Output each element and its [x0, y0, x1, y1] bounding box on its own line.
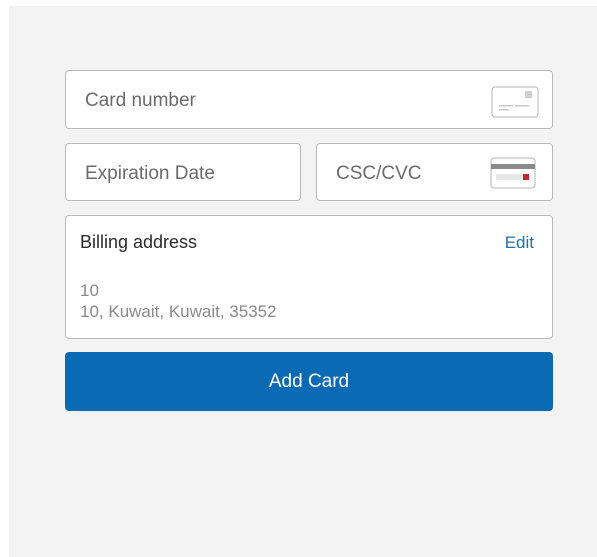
card-number-placeholder: Card number	[85, 90, 196, 111]
csc-field[interactable]: CSC/CVC	[316, 143, 553, 201]
csc-placeholder: CSC/CVC	[336, 163, 422, 184]
billing-address-line-1: 10	[80, 281, 99, 300]
billing-address-title: Billing address	[80, 232, 198, 252]
billing-address-box: Billing address Edit 10 10, Kuwait, Kuwa…	[65, 215, 553, 339]
billing-edit-link[interactable]: Edit	[505, 233, 534, 253]
card-number-field[interactable]: Card number	[65, 70, 553, 129]
card-back-csc-icon	[490, 157, 536, 194]
expiration-date-field[interactable]: Expiration Date	[65, 143, 301, 201]
expiration-date-placeholder: Expiration Date	[85, 163, 215, 184]
add-card-button[interactable]: Add Card	[65, 352, 553, 411]
billing-address-line-2: 10, Kuwait, Kuwait, 35352	[80, 302, 277, 321]
generic-card-icon	[491, 86, 539, 123]
